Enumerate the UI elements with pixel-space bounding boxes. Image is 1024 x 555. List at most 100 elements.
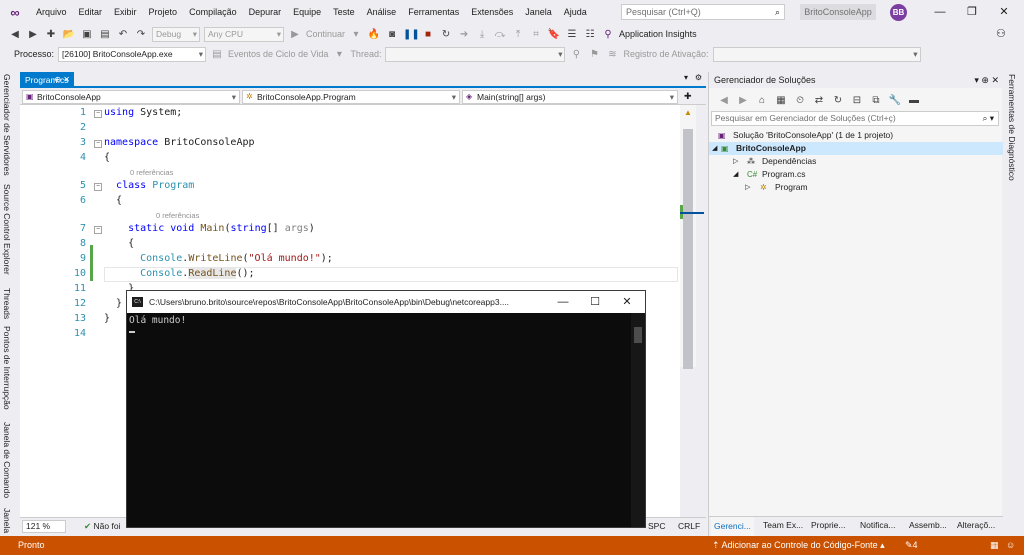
dropdown-icon[interactable]: ▾ xyxy=(349,29,363,40)
menu-teste[interactable]: Teste xyxy=(327,0,361,24)
filter-icon[interactable]: ⚲ xyxy=(569,49,583,60)
tab-threads[interactable]: Threads xyxy=(2,288,12,319)
nav-member-select[interactable]: ◈ Main(string[] args) xyxy=(462,90,678,104)
open-icon[interactable]: 📂 xyxy=(62,29,76,40)
hot-reload-icon[interactable]: 🔥 xyxy=(367,29,381,40)
grid-layout-icon[interactable]: ▦ xyxy=(990,536,999,555)
close-icon[interactable]: ✕ xyxy=(994,3,1014,21)
camera-icon[interactable]: ◙ xyxy=(385,29,399,40)
tree-item-project[interactable]: ◢ ▣ BritoConsoleApp xyxy=(709,142,1003,155)
panel-window-buttons[interactable]: ▾ ⊕ ✕ xyxy=(974,72,999,88)
navigate-back-icon[interactable]: ◀ xyxy=(8,29,22,40)
tab-team-explorer[interactable]: Team Ex... xyxy=(763,520,803,530)
tree-item-program-cs[interactable]: ◢ C# Program.cs xyxy=(709,168,1003,181)
nav-class-select[interactable]: ✲ BritoConsoleApp.Program xyxy=(242,90,460,104)
forward-icon[interactable]: ▶ xyxy=(736,95,750,106)
live-share-icon[interactable]: ⚇ xyxy=(996,27,1006,40)
codelens-references[interactable]: 0 referências xyxy=(130,168,173,177)
hex-display-icon[interactable]: ⌗ xyxy=(529,29,543,40)
save-icon[interactable]: ▣ xyxy=(80,29,94,40)
thread-select[interactable] xyxy=(385,46,566,62)
tab-diagnostic-tools[interactable]: Ferramentas de Diagnóstico xyxy=(1007,74,1017,181)
tab-solution-explorer[interactable]: Gerenci... xyxy=(711,517,754,536)
flag-icon[interactable]: ⚑ xyxy=(587,49,601,60)
tab-server-explorer[interactable]: Gerenciador de Servidores xyxy=(2,74,12,176)
tab-breakpoints[interactable]: Pontos de Interrupção xyxy=(2,326,12,410)
settings-gear-icon[interactable]: ⚙ xyxy=(695,73,702,82)
lifecycle-events-button[interactable]: Eventos de Ciclo de Vida xyxy=(228,49,328,59)
add-to-source-control-button[interactable]: ⇡ Adicionar ao Controle do Código-Fonte … xyxy=(712,536,885,555)
config-select[interactable]: Debug xyxy=(152,26,200,42)
home-icon[interactable]: ⌂ xyxy=(755,95,769,106)
threads-icon[interactable]: ≋ xyxy=(605,49,619,60)
step-into-icon[interactable]: ⤓ xyxy=(475,29,489,40)
bookmark-icon[interactable]: 🔖 xyxy=(547,29,561,40)
menu-extensoes[interactable]: Extensões xyxy=(465,0,519,24)
expanded-arrow-icon[interactable]: ◢ xyxy=(733,168,738,181)
collapse-all-icon[interactable]: ⊟ xyxy=(850,95,864,106)
preview-icon[interactable]: ▬ xyxy=(907,95,921,106)
tab-properties[interactable]: Proprie... xyxy=(811,520,846,530)
platform-select[interactable]: Any CPU xyxy=(204,26,284,42)
issues-indicator[interactable]: ✔ Não foi xyxy=(84,521,120,532)
menu-exibir[interactable]: Exibir xyxy=(108,0,143,24)
tab-assembly[interactable]: Assemb... xyxy=(909,520,947,530)
undo-icon[interactable]: ↶ xyxy=(116,29,130,40)
dropdown-icon[interactable]: ▾ xyxy=(332,49,346,60)
comment-icon[interactable]: ☰ xyxy=(565,29,579,40)
uncomment-icon[interactable]: ☷ xyxy=(583,29,597,40)
menu-compilacao[interactable]: Compilação xyxy=(183,0,243,24)
collapse-icon[interactable]: − xyxy=(94,183,102,191)
solution-search-input[interactable]: Pesquisar em Gerenciador de Soluções (Ct… xyxy=(711,111,999,126)
pending-changes-icon[interactable]: ⏲ xyxy=(793,95,807,106)
menu-ferramentas[interactable]: Ferramentas xyxy=(402,0,465,24)
feedback-icon[interactable]: ☺ xyxy=(1006,536,1015,555)
expanded-arrow-icon[interactable]: ◢ xyxy=(712,142,717,155)
menu-arquivo[interactable]: Arquivo xyxy=(30,0,73,24)
app-insights-icon[interactable]: ⚲ xyxy=(601,29,615,40)
codelens-references[interactable]: 0 referências xyxy=(156,211,199,220)
menu-projeto[interactable]: Projeto xyxy=(143,0,184,24)
tab-command-window[interactable]: Janela de Comando xyxy=(2,422,12,498)
console-window[interactable]: C:\ C:\Users\bruno.brito\source\repos\Br… xyxy=(126,290,646,528)
collapsed-arrow-icon[interactable]: ▷ xyxy=(745,181,750,194)
step-out-icon[interactable]: ⤒ xyxy=(511,29,525,40)
sync-icon[interactable]: ⇄ xyxy=(812,95,826,106)
menu-analise[interactable]: Análise xyxy=(361,0,403,24)
maximize-icon[interactable]: ☐ xyxy=(579,291,611,313)
pause-icon[interactable]: ❚❚ xyxy=(403,29,420,40)
tree-item-solution[interactable]: ▣ Solução 'BritoConsoleApp' (1 de 1 proj… xyxy=(709,129,1003,142)
app-insights-button[interactable]: Application Insights xyxy=(619,29,697,39)
editor-vertical-scrollbar[interactable]: ▲ xyxy=(680,105,704,369)
tree-item-dependencies[interactable]: ▷ ⁂ Dependências xyxy=(709,155,1003,168)
lifecycle-events-icon[interactable]: ▤ xyxy=(210,49,224,60)
menu-editar[interactable]: Editar xyxy=(73,0,109,24)
notifications-indicator[interactable]: ✎4 xyxy=(905,536,918,555)
collapse-icon[interactable]: − xyxy=(94,140,102,148)
avatar[interactable]: BB xyxy=(890,4,907,21)
step-over-icon[interactable]: ⤼ xyxy=(493,29,507,40)
restart-icon[interactable]: ↻ xyxy=(439,29,453,40)
continue-play-icon[interactable]: ▶ xyxy=(288,29,302,40)
navigate-forward-icon[interactable]: ▶ xyxy=(26,29,40,40)
pin-close-icon[interactable]: ⊕ ✕ xyxy=(54,72,70,88)
tab-list-dropdown-icon[interactable]: ▾ xyxy=(684,73,688,82)
maximize-icon[interactable]: ❐ xyxy=(962,3,982,21)
show-all-files-icon[interactable]: ⧉ xyxy=(869,95,883,106)
stack-frame-select[interactable] xyxy=(712,46,921,62)
tab-notifications[interactable]: Notifica... xyxy=(860,520,895,530)
scrollbar-thumb[interactable] xyxy=(683,129,693,369)
menu-equipe[interactable]: Equipe xyxy=(287,0,327,24)
tab-program-cs[interactable]: Program.cs ⊕ ✕ xyxy=(20,72,74,88)
collapse-icon[interactable]: − xyxy=(94,226,102,234)
line-ending-indicator[interactable]: CRLF xyxy=(678,521,700,531)
redo-icon[interactable]: ↷ xyxy=(134,29,148,40)
show-next-statement-icon[interactable]: ➔ xyxy=(457,29,471,40)
visual-studio-logo-icon[interactable]: ∞ xyxy=(0,0,30,24)
search-input[interactable]: Pesquisar (Ctrl+Q) ⌕ xyxy=(621,4,785,20)
zoom-select[interactable]: 121 % xyxy=(22,520,66,533)
collapsed-arrow-icon[interactable]: ▷ xyxy=(733,155,738,168)
collapse-icon[interactable]: − xyxy=(94,110,102,118)
menu-janela[interactable]: Janela xyxy=(519,0,558,24)
minimize-icon[interactable]: — xyxy=(547,291,579,313)
